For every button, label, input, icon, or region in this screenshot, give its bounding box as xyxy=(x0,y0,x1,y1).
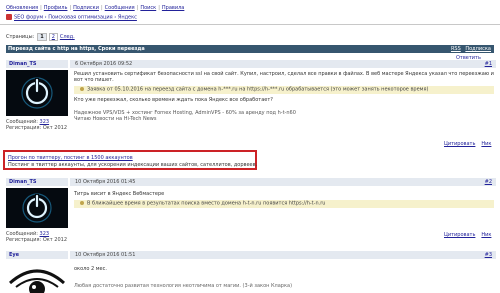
post-date: 10 Октября 2016 01:51 xyxy=(75,252,136,258)
subscribe-link[interactable]: Подписка xyxy=(465,46,491,52)
post-author[interactable]: Diman_TS xyxy=(6,61,37,67)
rss-link[interactable]: RSS xyxy=(451,46,461,52)
quote-block: Заявка от 05.10.2016 на переезд сайта с … xyxy=(74,86,494,95)
quote-text: Заявка от 05.10.2016 на переезд сайта с … xyxy=(87,86,429,93)
post-date-bar: 10 Октября 2016 01:51 #3 xyxy=(70,251,496,259)
user-info: Сообщений: 323 Регистрация: Окт 2012 xyxy=(6,119,67,131)
post-actions: Цитировать Ник xyxy=(438,232,491,238)
post-body: около 2 мес. xyxy=(74,266,107,272)
post-body: Титрь висит в Яндекс Вебмастере xyxy=(74,191,165,197)
next-page-link[interactable]: След. xyxy=(60,34,75,40)
post-author[interactable]: Eye xyxy=(6,252,19,258)
quote-block: В ближайшее время в результатах поиска в… xyxy=(74,200,494,209)
thread-title: Переезд сайта с http на https, Сроки пер… xyxy=(8,46,145,52)
post-number[interactable]: #2 xyxy=(485,179,496,185)
cite-button[interactable]: Цитировать xyxy=(444,141,475,147)
avatar[interactable] xyxy=(6,261,68,293)
page-1[interactable]: 1 xyxy=(37,33,47,41)
divider xyxy=(0,24,500,25)
nav-search[interactable]: Поиск xyxy=(140,5,156,11)
reg-label: Регистрация: xyxy=(6,125,42,131)
top-nav: Обновления | Профиль | Подписки | Сообщения… xyxy=(6,5,185,11)
nav-messages[interactable]: Сообщения xyxy=(105,5,135,11)
post-author-bar: Diman_TS xyxy=(6,60,68,68)
signature-line: Читаю Новости на Hi-Tech News xyxy=(74,115,157,122)
avatar[interactable] xyxy=(6,70,68,116)
post-date-bar: 6 Октября 2016 09:52 #1 xyxy=(70,60,496,68)
quote-text: В ближайшее время в результатах поиска в… xyxy=(87,200,326,207)
post-date: 6 Октября 2016 09:52 xyxy=(75,61,133,67)
signature: Надежное VPS/VDS + хостинг Fornex Hostin… xyxy=(74,110,296,122)
reg-label: Регистрация: xyxy=(6,237,42,243)
promo-title[interactable]: Прогон по твиттеру, постинг в 1500 аккау… xyxy=(8,155,133,161)
post-author-bar: Diman_TS xyxy=(6,178,68,186)
cite-button[interactable]: Цитировать xyxy=(444,232,475,238)
reg-date: Окт 2012 xyxy=(42,125,67,131)
nav-rules[interactable]: Правила xyxy=(162,5,184,11)
reg-date: Окт 2012 xyxy=(42,237,67,243)
quote-icon xyxy=(80,87,84,91)
signature: Любая достаточно развитая технология нео… xyxy=(74,283,293,289)
user-info: Сообщений: 323 Регистрация: Окт 2012 xyxy=(6,231,67,243)
post-question: Кто уже переезжал, сколько времени ждать… xyxy=(74,97,273,103)
post-author[interactable]: Diman_TS xyxy=(6,179,37,185)
nick-button[interactable]: Ник xyxy=(481,232,491,238)
nav-subscriptions[interactable]: Подписки xyxy=(73,5,99,11)
pagination: Страницы: 1 2 След. xyxy=(6,33,75,41)
post-number[interactable]: #1 xyxy=(485,61,496,67)
promo-text: Постинг в твиттер аккаунты, для ускорени… xyxy=(8,162,258,168)
post-date: 10 Октября 2016 01:45 xyxy=(75,179,136,185)
nav-updates[interactable]: Обновления xyxy=(6,5,38,11)
pager-label: Страницы: xyxy=(6,34,35,40)
breadcrumb-text[interactable]: SEO форум › Поисковая оптимизация › Янде… xyxy=(14,15,137,21)
avatar[interactable] xyxy=(6,188,68,228)
nick-button[interactable]: Ник xyxy=(481,141,491,147)
post-actions: Цитировать Ник xyxy=(438,141,491,147)
breadcrumb: SEO форум › Поисковая оптимизация › Янде… xyxy=(6,14,137,21)
promo-block: Прогон по твиттеру, постинг в 1500 аккау… xyxy=(3,150,257,170)
post-body: Решил установить сертификат безопасности… xyxy=(74,71,494,83)
thread-header: Переезд сайта с http на https, Сроки пер… xyxy=(6,45,494,53)
quote-icon xyxy=(80,201,84,205)
post-number[interactable]: #3 xyxy=(485,252,496,258)
post-author-bar: Eye xyxy=(6,251,68,259)
forum-icon xyxy=(6,14,12,20)
post-date-bar: 10 Октября 2016 01:45 #2 xyxy=(70,178,496,186)
page-2[interactable]: 2 xyxy=(48,33,58,41)
nav-profile[interactable]: Профиль xyxy=(44,5,68,11)
